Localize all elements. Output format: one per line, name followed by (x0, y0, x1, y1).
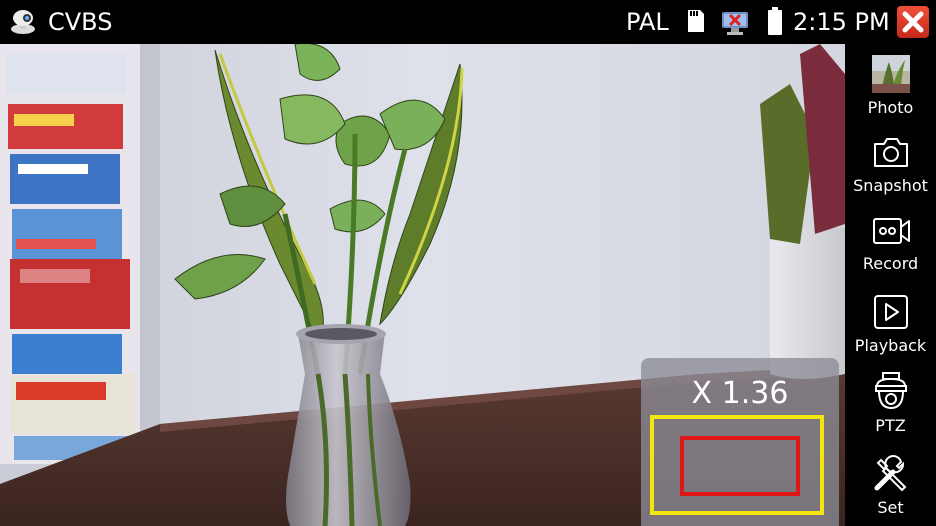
ptz-camera-icon (875, 372, 907, 410)
photo-button[interactable]: Photo (845, 48, 936, 126)
close-icon (902, 11, 924, 33)
camera-snapshot-icon (874, 138, 908, 167)
zoom-level-label: X 1.36 (691, 376, 789, 411)
clock: 2:15 PM (793, 8, 890, 36)
network-disconnected-icon (722, 12, 748, 35)
snapshot-label: Snapshot (853, 176, 928, 195)
video-standard-label: PAL (626, 8, 669, 36)
photo-label: Photo (867, 98, 914, 117)
photo-thumbnail-icon (872, 55, 910, 93)
set-label: Set (877, 498, 904, 517)
ptz-label: PTZ (875, 416, 906, 435)
playback-icon (874, 295, 908, 329)
snapshot-button[interactable]: Snapshot (845, 126, 936, 204)
camera-icon (11, 10, 35, 34)
sd-card-icon (688, 10, 704, 32)
record-icon (873, 218, 910, 244)
zoom-region-selector[interactable] (680, 436, 800, 496)
zoom-panel: X 1.36 (641, 358, 839, 526)
playback-label: Playback (854, 336, 927, 355)
record-label: Record (862, 254, 919, 273)
playback-button[interactable]: Playback (845, 286, 936, 364)
set-button[interactable]: Set (845, 448, 936, 526)
cvbs-test-screen: CVBS PAL 2:15 PM X 1.36 Photo Snapshot R… (0, 0, 936, 526)
app-title: CVBS (48, 8, 113, 36)
record-button[interactable]: Record (845, 204, 936, 282)
tools-icon (874, 455, 907, 492)
status-bar: CVBS PAL 2:15 PM (0, 0, 936, 44)
right-toolbar: Photo Snapshot Record Playback PTZ Set (845, 44, 936, 526)
battery-icon (768, 7, 782, 35)
ptz-button[interactable]: PTZ (845, 366, 936, 444)
close-button[interactable] (897, 6, 929, 38)
